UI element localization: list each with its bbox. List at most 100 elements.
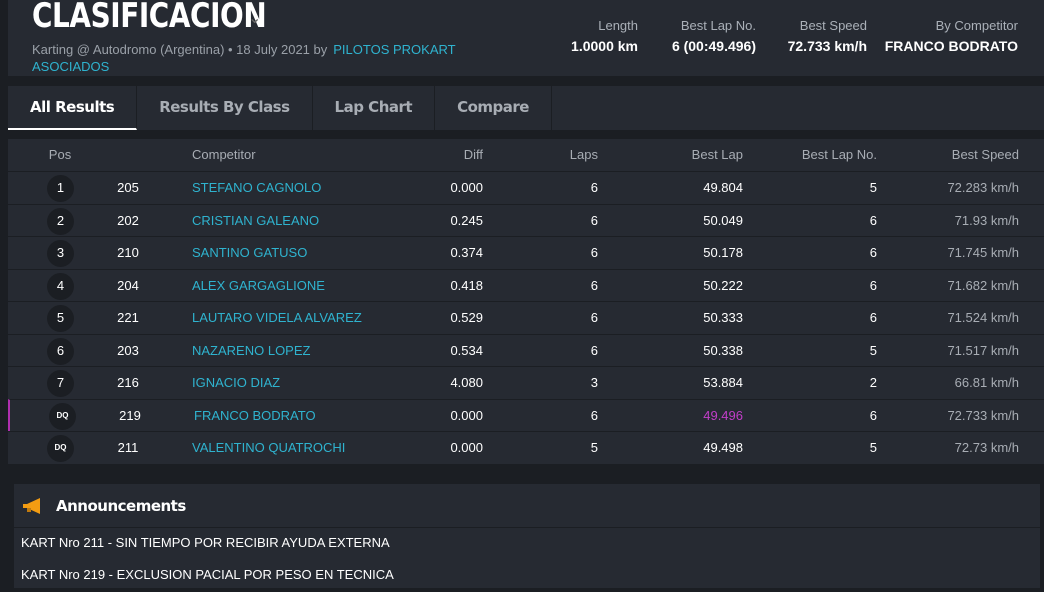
position-badge: 4 <box>47 273 74 300</box>
best-lap-no: 5 <box>870 432 877 463</box>
best-lap: 50.049 <box>703 205 743 236</box>
laps: 6 <box>591 270 598 301</box>
results-table: Pos Competitor Diff Laps Best Lap Best L… <box>8 139 1044 464</box>
announcements-header: Announcements <box>14 484 1040 528</box>
laps: 6 <box>591 400 598 431</box>
diff: 0.000 <box>450 400 483 431</box>
stat-label: By Competitor <box>885 18 1018 33</box>
laps: 6 <box>591 335 598 366</box>
kart-number: 221 <box>108 302 148 333</box>
table-row[interactable]: 7 216 IGNACIO DIAZ 4.080 3 53.884 2 66.8… <box>8 366 1044 399</box>
best-speed: 72.733 km/h <box>947 400 1019 431</box>
best-lap: 50.333 <box>703 302 743 333</box>
competitor-link[interactable]: FRANCO BODRATO <box>194 400 316 431</box>
col-laps[interactable]: Laps <box>570 139 598 170</box>
position-badge: 1 <box>47 175 74 202</box>
kart-number: 219 <box>110 400 150 431</box>
best-lap-no: 6 <box>870 205 877 236</box>
table-row[interactable]: 4 204 ALEX GARGAGLIONE 0.418 6 50.222 6 … <box>8 269 1044 302</box>
best-lap-no: 6 <box>870 302 877 333</box>
best-lap-no: 5 <box>870 335 877 366</box>
col-pos[interactable]: Pos <box>46 139 74 170</box>
event-subtitle: Karting @ Autodromo (Argentina) • 18 Jul… <box>32 41 472 75</box>
table-header: Pos Competitor Diff Laps Best Lap Best L… <box>8 139 1044 171</box>
tab-lap-chart[interactable]: Lap Chart <box>313 86 436 130</box>
competitor-link[interactable]: ALEX GARGAGLIONE <box>192 270 325 301</box>
competitor-link[interactable]: STEFANO CAGNOLO <box>192 172 321 203</box>
table-row[interactable]: 2 202 CRISTIAN GALEANO 0.245 6 50.049 6 … <box>8 204 1044 237</box>
position-badge: 5 <box>47 305 74 332</box>
stat-value: 72.733 km/h <box>788 38 867 54</box>
competitor-link[interactable]: LAUTARO VIDELA ALVAREZ <box>192 302 362 333</box>
stat-label: Best Speed <box>788 18 867 33</box>
best-speed: 72.283 km/h <box>947 172 1019 203</box>
kart-number: 216 <box>108 367 148 398</box>
best-lap-no: 5 <box>870 172 877 203</box>
stat-label: Best Lap No. <box>672 18 756 33</box>
competitor-link[interactable]: SANTINO GATUSO <box>192 237 307 268</box>
stat-by-competitor: By CompetitorFRANCO BODRATO <box>885 18 1018 54</box>
tab-results-by-class[interactable]: Results By Class <box>137 86 312 130</box>
laps: 5 <box>591 432 598 463</box>
best-lap: 49.496 <box>703 400 743 431</box>
event-header: CLASIFICACION ⌄ Karting @ Autodromo (Arg… <box>8 0 1044 76</box>
best-lap: 50.338 <box>703 335 743 366</box>
position-badge: 7 <box>47 370 74 397</box>
laps: 3 <box>591 367 598 398</box>
laps: 6 <box>591 205 598 236</box>
best-speed: 72.73 km/h <box>955 432 1019 463</box>
best-lap-no: 2 <box>870 367 877 398</box>
col-best-lap-no[interactable]: Best Lap No. <box>802 139 877 170</box>
diff: 0.418 <box>450 270 483 301</box>
laps: 6 <box>591 302 598 333</box>
stat-best-lap-no: Best Lap No.6 (00:49.496) <box>672 18 756 54</box>
laps: 6 <box>591 172 598 203</box>
position-badge: 6 <box>47 338 74 365</box>
tab-compare[interactable]: Compare <box>435 86 552 130</box>
competitor-link[interactable]: IGNACIO DIAZ <box>192 367 280 398</box>
announcements-title: Announcements <box>56 497 186 515</box>
chevron-down-icon[interactable]: ⌄ <box>248 8 261 28</box>
table-row[interactable]: 5 221 LAUTARO VIDELA ALVAREZ 0.529 6 50.… <box>8 301 1044 334</box>
diff: 0.374 <box>450 237 483 268</box>
best-lap: 49.804 <box>703 172 743 203</box>
kart-number: 210 <box>108 237 148 268</box>
table-row[interactable]: 6 203 NAZARENO LOPEZ 0.534 6 50.338 5 71… <box>8 334 1044 367</box>
kart-number: 203 <box>108 335 148 366</box>
best-speed: 71.517 km/h <box>947 335 1019 366</box>
col-competitor[interactable]: Competitor <box>192 139 256 170</box>
laps: 6 <box>591 237 598 268</box>
kart-number: 205 <box>108 172 148 203</box>
megaphone-icon <box>22 498 42 514</box>
best-lap: 49.498 <box>703 432 743 463</box>
kart-number: 202 <box>108 205 148 236</box>
kart-number: 204 <box>108 270 148 301</box>
best-lap: 50.222 <box>703 270 743 301</box>
competitor-link[interactable]: CRISTIAN GALEANO <box>192 205 319 236</box>
col-best-lap[interactable]: Best Lap <box>692 139 743 170</box>
table-row[interactable]: 1 205 STEFANO CAGNOLO 0.000 6 49.804 5 7… <box>8 171 1044 204</box>
col-best-speed[interactable]: Best Speed <box>952 139 1019 170</box>
best-speed: 71.682 km/h <box>947 270 1019 301</box>
diff: 0.529 <box>450 302 483 333</box>
table-row[interactable]: 3 210 SANTINO GATUSO 0.374 6 50.178 6 71… <box>8 236 1044 269</box>
competitor-link[interactable]: VALENTINO QUATROCHI <box>192 432 345 463</box>
col-diff[interactable]: Diff <box>464 139 483 170</box>
table-row[interactable]: DQ 211 VALENTINO QUATROCHI 0.000 5 49.49… <box>8 431 1044 464</box>
kart-number: 211 <box>108 432 148 463</box>
tab-all-results[interactable]: All Results <box>8 86 137 130</box>
page-title: CLASIFICACION <box>32 0 266 36</box>
stat-value: 1.0000 km <box>571 38 638 54</box>
best-lap-no: 6 <box>870 237 877 268</box>
table-row[interactable]: DQ 219 FRANCO BODRATO 0.000 6 49.496 6 7… <box>8 399 1044 432</box>
stat-best-speed: Best Speed 72.733 km/h <box>788 18 867 54</box>
diff: 0.000 <box>450 432 483 463</box>
position-badge: 2 <box>47 208 74 235</box>
diff: 0.534 <box>450 335 483 366</box>
position-badge: 3 <box>47 240 74 267</box>
stat-label: Length <box>571 18 638 33</box>
best-speed: 66.81 km/h <box>955 367 1019 398</box>
best-lap-no: 6 <box>870 270 877 301</box>
competitor-link[interactable]: NAZARENO LOPEZ <box>192 335 310 366</box>
announcements-panel: Announcements KART Nro 211 - SIN TIEMPO … <box>14 484 1040 588</box>
